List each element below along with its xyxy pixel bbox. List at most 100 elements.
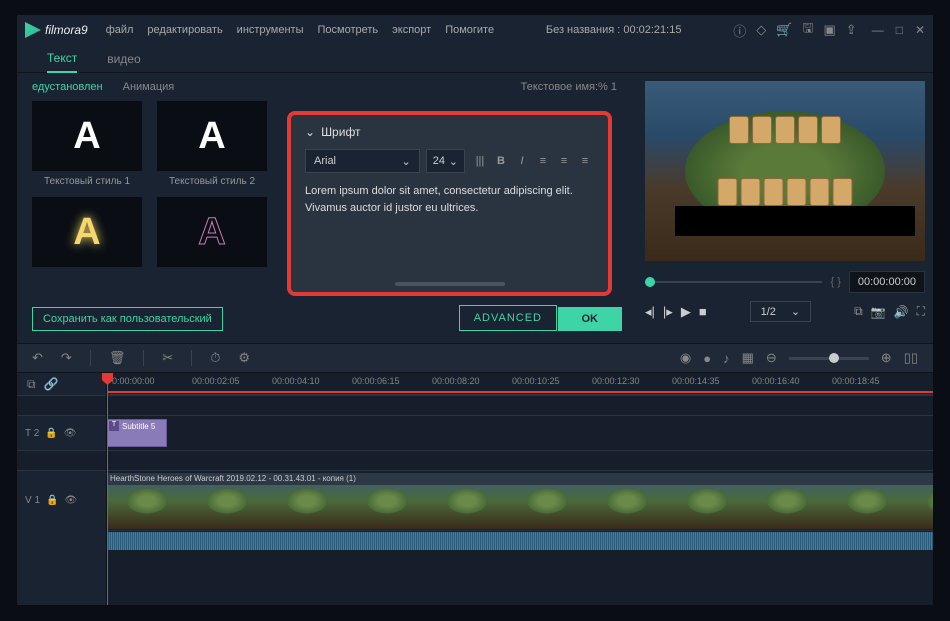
timeline-ruler[interactable]: 0:00:00:00 00:00:02:05 00:00:04:10 00:00… <box>107 373 933 395</box>
title-icons: ⓘ ◇ 🛒 🖫 ▣ ⇪ <box>733 19 856 41</box>
speed-select[interactable]: 1/2⌄ <box>750 301 812 322</box>
cart-icon[interactable]: 🛒 <box>776 22 792 38</box>
fullscreen-icon[interactable]: ⛶ <box>917 304 925 319</box>
text-overlay-preview <box>675 206 915 236</box>
redo-icon[interactable]: ↷ <box>61 350 72 366</box>
font-size-select[interactable]: 24⌄ <box>426 149 465 173</box>
mixer-icon[interactable]: ♪ <box>723 351 730 366</box>
italic-button[interactable]: I <box>513 150 531 172</box>
ruler-mark: 00:00:08:20 <box>432 376 480 386</box>
style-item-2[interactable]: A Текстовый стиль 2 <box>157 101 267 187</box>
scrubber-track[interactable] <box>645 281 822 283</box>
menu-view[interactable]: Посмотреть <box>318 24 379 36</box>
scrubber-handle[interactable] <box>645 277 655 287</box>
logo-icon <box>25 22 41 38</box>
volume-icon[interactable]: 🔊 <box>894 305 909 319</box>
advanced-button[interactable]: ADVANCED <box>459 305 557 331</box>
timeline-toolbar: ↶ ↷ 🗑 ✂ ⏱ ⚙ ◉ ● ♪ ▦ ⊖ ⊕ ▯▯ <box>17 343 933 373</box>
maximize-button[interactable]: □ <box>896 23 903 37</box>
main-area: едустановлен Анимация Текстовое имя:% 1 … <box>17 73 933 343</box>
lock-icon[interactable]: 🔒 <box>45 428 57 439</box>
style-item-1[interactable]: A Текстовый стиль 1 <box>32 101 142 187</box>
font-family-select[interactable]: Arial⌄ <box>305 149 420 173</box>
zoom-in-icon[interactable]: ⊕ <box>881 350 892 366</box>
playhead[interactable] <box>107 373 108 605</box>
track-label-t2[interactable]: T 2 🔒 👁 <box>17 415 106 450</box>
font-panel-header[interactable]: Шрифт <box>305 125 594 139</box>
text-track[interactable]: Subtitle 5 <box>107 415 933 450</box>
ruler-mark: 00:00:18:45 <box>832 376 880 386</box>
visibility-icon[interactable]: 👁 <box>64 428 77 439</box>
info-icon[interactable]: ⓘ <box>733 21 746 40</box>
subtitle-clip[interactable]: Subtitle 5 <box>107 419 167 447</box>
undo-icon[interactable]: ↶ <box>32 350 43 366</box>
menu-tools[interactable]: инструменты <box>237 24 304 36</box>
logo: filmora9 <box>25 22 88 38</box>
save-custom-button[interactable]: Сохранить как пользовательский <box>32 307 223 331</box>
ruler-mark: 0:00:00:00 <box>112 376 155 386</box>
track-labels: ⧉ 🔗 T 2 🔒 👁 V 1 🔒 👁 <box>17 373 107 605</box>
timer-icon[interactable]: ⏱ <box>210 350 220 366</box>
tracks-area[interactable]: 0:00:00:00 00:00:02:05 00:00:04:10 00:00… <box>107 373 933 605</box>
stop-button[interactable]: ■ <box>699 304 707 319</box>
options-icon[interactable]: ▦ <box>742 350 754 366</box>
layers-icon[interactable]: ⧉ <box>27 377 36 392</box>
menu-edit[interactable]: редактировать <box>147 24 222 36</box>
record-icon[interactable]: ● <box>703 351 711 366</box>
menu-export[interactable]: экспорт <box>392 24 431 36</box>
upload-icon[interactable]: ⇪ <box>846 22 857 38</box>
ruler-mark: 00:00:10:25 <box>512 376 560 386</box>
video-track[interactable]: HearthStone Heroes of Warcraft 2019.02.1… <box>107 470 933 530</box>
play-backward-button[interactable]: |▸ <box>663 304 673 320</box>
zoom-out-icon[interactable]: ⊖ <box>766 350 777 366</box>
save-icon[interactable]: 🖫 <box>802 19 813 41</box>
visibility-icon[interactable]: 👁 <box>64 495 77 506</box>
folder-icon[interactable]: ▣ <box>823 22 835 38</box>
horizontal-scrollbar[interactable] <box>395 282 505 286</box>
align-center-button[interactable]: ≡ <box>555 150 573 172</box>
titlebar: filmora9 файл редактировать инструменты … <box>17 15 933 45</box>
align-left-button[interactable]: ≡ <box>534 150 552 172</box>
chevron-down-icon: ⌄ <box>791 305 800 318</box>
prev-frame-button[interactable]: ◂| <box>645 304 655 320</box>
preview-video[interactable] <box>645 81 925 261</box>
zoom-slider[interactable] <box>789 357 869 360</box>
minimize-button[interactable]: — <box>872 23 884 37</box>
zoom-handle[interactable] <box>829 353 839 363</box>
line-height-icon[interactable]: ||| <box>471 150 489 172</box>
delete-icon[interactable]: 🗑 <box>109 350 126 366</box>
lock-icon[interactable]: 🔒 <box>46 495 58 506</box>
project-title: Без названия : 00:02:21:15 <box>494 24 733 36</box>
user-icon[interactable]: ◇ <box>756 22 766 38</box>
ruler-mark: 00:00:12:30 <box>592 376 640 386</box>
subtab-preset[interactable]: едустановлен <box>32 81 103 93</box>
menu-help[interactable]: Помогите <box>445 24 494 36</box>
style-thumb: A <box>157 197 267 267</box>
display-icon[interactable]: ⧉ <box>854 304 863 319</box>
marker-icon[interactable]: ◉ <box>680 350 691 366</box>
menu-file[interactable]: файл <box>106 24 134 36</box>
close-button[interactable]: ✕ <box>915 23 925 37</box>
fit-icon[interactable]: ▯▯ <box>904 350 918 366</box>
ok-button[interactable]: OK <box>558 307 623 331</box>
format-buttons: ||| B I ≡ ≡ ≡ <box>471 150 594 172</box>
preview-scrubber: { } 00:00:00:00 <box>645 271 925 293</box>
track-label-v1[interactable]: V 1 🔒 👁 <box>17 470 106 530</box>
align-right-button[interactable]: ≡ <box>576 150 594 172</box>
video-clip[interactable]: HearthStone Heroes of Warcraft 2019.02.1… <box>107 473 933 529</box>
font-panel: Шрифт Arial⌄ 24⌄ ||| B I ≡ ≡ ≡ Lorem ips… <box>287 111 612 296</box>
adjust-icon[interactable]: ⚙ <box>238 350 250 366</box>
snapshot-icon[interactable]: 📷 <box>871 305 886 319</box>
style-item-3[interactable]: A <box>32 197 142 272</box>
style-label: Текстовый стиль 1 <box>32 176 142 187</box>
link-icon[interactable]: 🔗 <box>44 377 59 391</box>
tab-text[interactable]: Текст <box>47 45 77 73</box>
subtab-animation[interactable]: Анимация <box>123 81 175 93</box>
bold-button[interactable]: B <box>492 150 510 172</box>
cut-icon[interactable]: ✂ <box>162 350 173 366</box>
text-content-area[interactable]: Lorem ipsum dolor sit amet, consectetur … <box>305 183 594 216</box>
tab-video[interactable]: видео <box>107 46 140 72</box>
play-button[interactable]: ▶ <box>681 304 691 320</box>
style-item-4[interactable]: A <box>157 197 267 272</box>
audio-track[interactable] <box>107 530 933 550</box>
